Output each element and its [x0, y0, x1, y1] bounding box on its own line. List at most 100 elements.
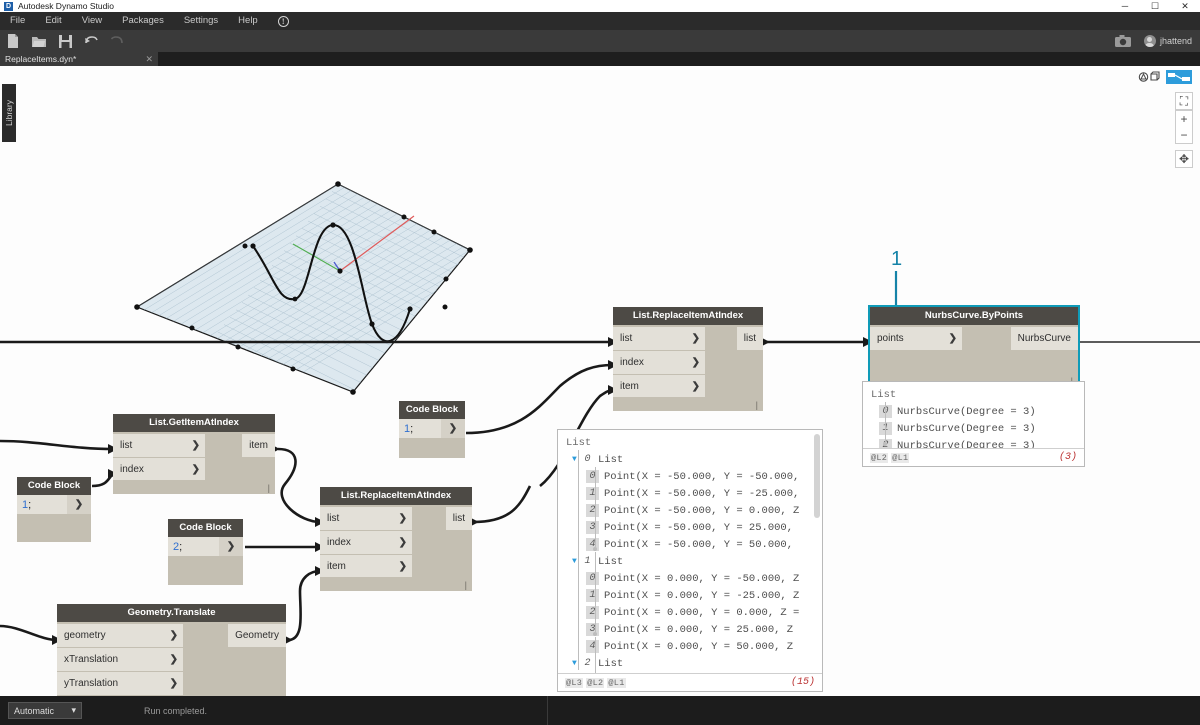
port-in-list[interactable]: list ❯: [613, 327, 705, 350]
port-in-item[interactable]: item ❯: [320, 555, 412, 578]
node-list-replaceitematindex-bottom[interactable]: List.ReplaceItemAtIndex list ❯ index ❯ i…: [320, 487, 472, 591]
port-out-list[interactable]: list: [737, 327, 763, 350]
menu-settings[interactable]: Settings: [174, 12, 228, 30]
port-in-xtranslation[interactable]: xTranslation ❯: [57, 648, 183, 671]
redo-icon[interactable]: [104, 30, 130, 52]
port-out-nurbscurve[interactable]: NurbsCurve: [1011, 327, 1078, 350]
preview-level-tags: @L3@L2@L1: [565, 678, 629, 688]
port-in-list[interactable]: list ❯: [320, 507, 412, 530]
node-geometry-translate[interactable]: Geometry.Translate geometry ❯ xTranslati…: [57, 604, 286, 696]
node-code-block-1[interactable]: Code Block 1; ❯: [399, 401, 465, 458]
menu-help[interactable]: Help: [228, 12, 268, 30]
info-icon[interactable]: !: [278, 16, 289, 27]
user-account[interactable]: jhattend: [1144, 35, 1192, 47]
node-title: NurbsCurve.ByPoints: [870, 307, 1078, 325]
graph-view-toggle[interactable]: [1166, 70, 1192, 84]
chevron-right-icon: ❯: [692, 381, 700, 392]
preview-group-header[interactable]: ▼ 1 List: [558, 553, 822, 570]
run-mode-dropdown[interactable]: Automatic ▾: [8, 702, 82, 719]
pan-button[interactable]: ✥: [1175, 150, 1193, 168]
node-code-block-3[interactable]: Code Block 2; ❯: [168, 519, 243, 585]
viewport-toggle-group: [1137, 70, 1192, 84]
run-status-text: Run completed.: [144, 706, 207, 716]
chevron-down-icon: ▾: [71, 705, 76, 716]
library-panel-tab[interactable]: Library: [2, 84, 16, 142]
chevron-right-icon: ❯: [399, 513, 407, 524]
zoom-to-fit-button[interactable]: ⛶: [1175, 92, 1193, 110]
menu-edit[interactable]: Edit: [35, 12, 71, 30]
port-label: index: [620, 357, 644, 368]
open-folder-icon[interactable]: [26, 30, 52, 52]
preview-tag: @L1: [607, 678, 625, 688]
preview-group-header[interactable]: ▼ 2 List: [558, 655, 822, 672]
port-out-list[interactable]: list: [446, 507, 472, 530]
preview-group-index: 2: [581, 657, 594, 670]
preview-row-text: Point(X = -50.000, Y = -25.000,: [604, 488, 799, 500]
viewport-controls: ⛶ + − ✥: [1175, 92, 1193, 168]
port-out-geometry[interactable]: Geometry: [228, 624, 286, 647]
node-list-getitematindex[interactable]: List.GetItemAtIndex list ❯ index ❯ item …: [113, 414, 275, 494]
user-name-label: jhattend: [1160, 36, 1192, 46]
port-in-index[interactable]: index ❯: [613, 351, 705, 374]
port-in-points[interactable]: points ❯: [870, 327, 962, 350]
port-in-geometry[interactable]: geometry ❯: [57, 624, 183, 647]
title-bar: D Autodesk Dynamo Studio ─ ☐ ✕: [0, 0, 1200, 12]
close-button[interactable]: ✕: [1170, 0, 1200, 12]
preview-row: 4 Point(X = -50.000, Y = 50.000,: [558, 536, 822, 553]
port-label: yTranslation: [64, 678, 118, 689]
document-tab-label: ReplaceItems.dyn*: [5, 54, 76, 64]
window-controls: ─ ☐ ✕: [1110, 0, 1200, 12]
port-label: list: [620, 333, 632, 344]
port-out-code-block[interactable]: ❯: [219, 537, 243, 556]
maximize-button[interactable]: ☐: [1140, 0, 1170, 12]
preview-group-label: List: [598, 454, 623, 466]
preview-scrollbar[interactable]: [814, 434, 820, 518]
camera-icon[interactable]: [1110, 30, 1136, 52]
node-code-block-2[interactable]: Code Block 1; ❯: [17, 477, 91, 542]
window-title: Autodesk Dynamo Studio: [18, 1, 114, 11]
preview-row-text: Point(X = 0.000, Y = 25.000, Z: [604, 624, 793, 636]
save-icon[interactable]: [52, 30, 78, 52]
minimize-button[interactable]: ─: [1110, 0, 1140, 12]
node-title: Code Block: [168, 519, 243, 537]
chevron-right-icon: ❯: [170, 654, 178, 665]
close-icon[interactable]: ✕: [145, 52, 153, 66]
pan-icon: ✥: [1176, 151, 1192, 167]
preview-row-text: NurbsCurve(Degree = 3): [897, 440, 1036, 449]
preview-row-text: Point(X = -50.000, Y = 50.000,: [604, 539, 793, 551]
geometry-preview-toggle[interactable]: [1137, 70, 1163, 84]
graph-canvas[interactable]: Library ⛶: [0, 66, 1200, 696]
undo-icon[interactable]: [78, 30, 104, 52]
node-list-replaceitematindex-top[interactable]: List.ReplaceItemAtIndex list ❯ index ❯ i…: [613, 307, 763, 411]
zoom-in-button[interactable]: +: [1176, 111, 1192, 127]
preview-group-header[interactable]: ▼ 0 List: [558, 451, 822, 468]
preview-root-label: List: [863, 386, 1084, 403]
port-in-index[interactable]: index ❯: [113, 458, 205, 481]
preview-tag: @L1: [891, 453, 909, 463]
chevron-right-icon: ❯: [192, 440, 200, 451]
node-footer: |: [320, 577, 472, 591]
new-file-icon[interactable]: [0, 30, 26, 52]
port-in-index[interactable]: index ❯: [320, 531, 412, 554]
zoom-out-button[interactable]: −: [1176, 127, 1192, 143]
menu-packages[interactable]: Packages: [112, 12, 174, 30]
port-out-item[interactable]: item: [242, 434, 275, 457]
menu-file[interactable]: File: [0, 12, 35, 30]
port-in-ytranslation[interactable]: yTranslation ❯: [57, 672, 183, 695]
preview-row: 0 Point(X = 0.000, Y = -50.000, Z: [558, 570, 822, 587]
port-out-code-block[interactable]: ❯: [441, 419, 465, 438]
preview-row-text: Point(X = 0.000, Y = 50.000, Z: [604, 641, 793, 653]
port-in-list[interactable]: list ❯: [113, 434, 205, 457]
node-title: List.ReplaceItemAtIndex: [613, 307, 763, 325]
menu-view[interactable]: View: [72, 12, 112, 30]
chevron-down-icon[interactable]: ▼: [572, 659, 581, 668]
port-out-code-block[interactable]: ❯: [67, 495, 91, 514]
chevron-down-icon[interactable]: ▼: [572, 557, 581, 566]
document-tab[interactable]: ReplaceItems.dyn* ✕: [0, 52, 158, 66]
chevron-down-icon[interactable]: ▼: [572, 455, 581, 464]
node-nurbscurve-bypoints[interactable]: NurbsCurve.ByPoints points ❯ NurbsCurve …: [870, 307, 1078, 387]
port-in-item[interactable]: item ❯: [613, 375, 705, 398]
node-title: Code Block: [17, 477, 91, 495]
port-label: index: [120, 464, 144, 475]
annotation-leader-line: [890, 271, 904, 311]
